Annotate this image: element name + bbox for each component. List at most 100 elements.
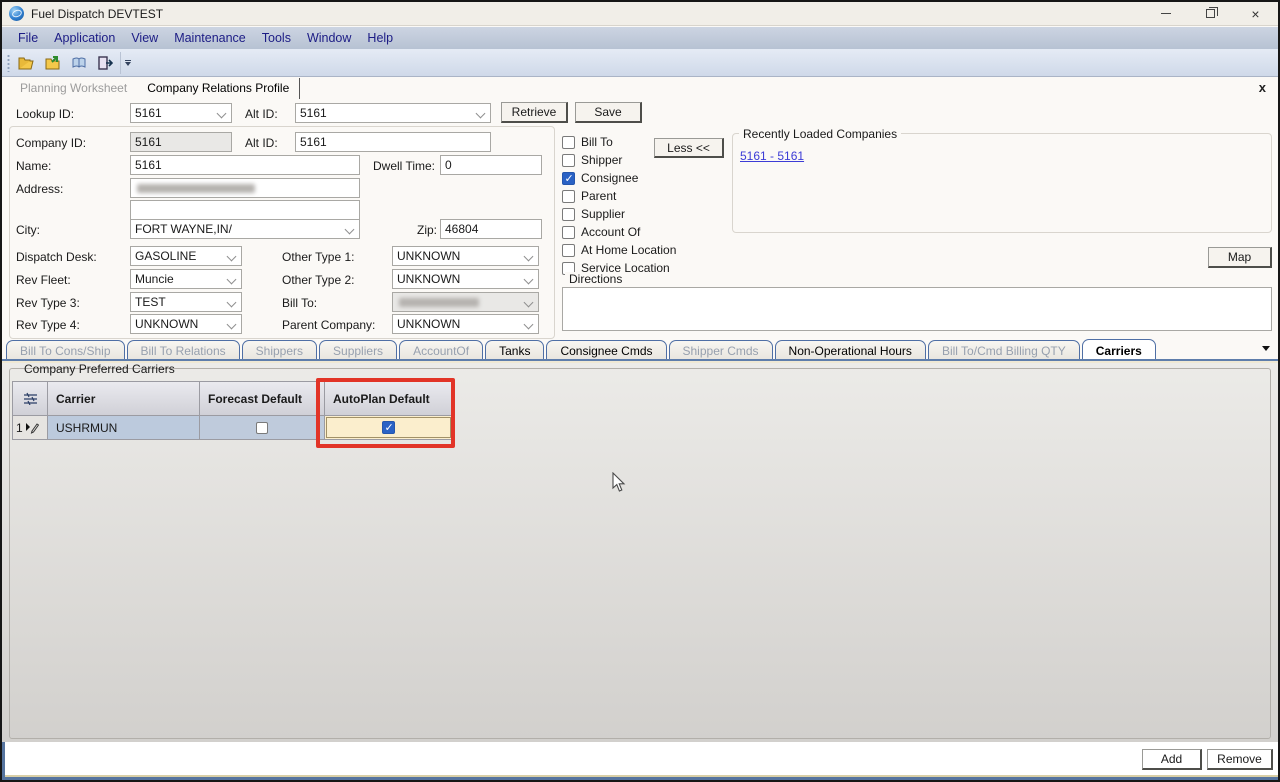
forecast-default-cell[interactable] (200, 416, 325, 440)
column-header-forecast-default[interactable]: Forecast Default (200, 382, 325, 416)
role-label-bill-to: Bill To (581, 135, 613, 149)
tab-carriers[interactable]: Carriers (1082, 339, 1156, 359)
app-window: Fuel Dispatch DEVTEST × FileApplicationV… (0, 0, 1280, 782)
restore-button[interactable] (1188, 2, 1233, 25)
menu-window[interactable]: Window (299, 28, 359, 48)
tab-consignee-cmds[interactable]: Consignee Cmds (546, 340, 666, 359)
tab-company-relations-profile[interactable]: Company Relations Profile (137, 78, 300, 99)
other-type-1-combo[interactable]: UNKNOWN (392, 246, 539, 266)
menu-file[interactable]: File (10, 28, 46, 48)
chevron-down-icon (125, 62, 131, 66)
tab-shipper-cmds[interactable]: Shipper Cmds (669, 340, 773, 359)
row-selector-cell[interactable]: 1 (13, 416, 48, 440)
tab-suppliers[interactable]: Suppliers (319, 340, 397, 359)
toolbar-overflow-button[interactable] (120, 52, 134, 74)
company-profile-form: Lookup ID: 5161 Alt ID: 5161 Retrieve Sa… (2, 99, 1278, 340)
column-header-carrier[interactable]: Carrier (48, 382, 200, 416)
role-label-consignee: Consignee (581, 171, 638, 185)
rev-type-3-label: Rev Type 3: (16, 296, 80, 310)
menu-help[interactable]: Help (359, 28, 401, 48)
zip-label: Zip: (417, 223, 437, 237)
role-checkbox[interactable] (562, 244, 575, 257)
carrier-cell[interactable]: USHRMUN (48, 416, 200, 440)
role-row[interactable]: Account Of (562, 225, 640, 239)
alt-id-field[interactable]: 5161 (295, 132, 491, 152)
company-id-field: 5161 (130, 132, 232, 152)
role-row[interactable]: At Home Location (562, 243, 676, 257)
role-row[interactable]: Shipper (562, 153, 622, 167)
dispatch-desk-combo[interactable]: GASOLINE (130, 246, 242, 266)
alt-id-top-combo[interactable]: 5161 (295, 103, 491, 123)
role-row[interactable]: Parent (562, 189, 616, 203)
zip-field[interactable]: 46804 (440, 219, 542, 239)
tab-shippers[interactable]: Shippers (242, 340, 317, 359)
role-label-shipper: Shipper (581, 153, 622, 167)
bill-to-combo[interactable] (392, 292, 539, 312)
role-checkbox[interactable] (562, 136, 575, 149)
tab-bill-to-relations[interactable]: Bill To Relations (127, 340, 240, 359)
minimize-button[interactable] (1143, 2, 1188, 25)
retrieve-button[interactable]: Retrieve (501, 102, 568, 123)
address-line1-field[interactable] (130, 178, 360, 198)
open-folder-icon[interactable] (14, 51, 40, 75)
map-button[interactable]: Map (1208, 247, 1272, 268)
toolbar-grip[interactable] (7, 54, 10, 72)
role-row[interactable]: Supplier (562, 207, 625, 221)
name-field[interactable]: 5161 (130, 155, 360, 175)
remove-button[interactable]: Remove (1207, 749, 1273, 770)
mouse-cursor (612, 472, 627, 493)
dwell-time-label: Dwell Time: (373, 159, 435, 173)
tab-tanks[interactable]: Tanks (485, 340, 544, 359)
add-button[interactable]: Add (1142, 749, 1202, 770)
save-button[interactable]: Save (575, 102, 642, 123)
exit-door-icon[interactable] (92, 51, 118, 75)
tab-planning-worksheet[interactable]: Planning Worksheet (10, 78, 137, 99)
other-type-2-combo[interactable]: UNKNOWN (392, 269, 539, 289)
role-row[interactable]: Consignee (562, 171, 638, 185)
tab-bill-to-cons-ship[interactable]: Bill To Cons/Ship (6, 340, 125, 359)
tab-non-operational-hours[interactable]: Non-Operational Hours (775, 340, 926, 359)
rev-type-3-combo[interactable]: TEST (130, 292, 242, 312)
tab-bill-to-cmd-billing-qty[interactable]: Bill To/Cmd Billing QTY (928, 340, 1080, 359)
name-label: Name: (16, 159, 51, 173)
column-header-row-selector[interactable] (13, 382, 48, 416)
menu-view[interactable]: View (123, 28, 166, 48)
rev-type-4-label: Rev Type 4: (16, 318, 80, 332)
lookup-id-combo[interactable]: 5161 (130, 103, 232, 123)
rev-type-4-combo[interactable]: UNKNOWN (130, 314, 242, 334)
role-label-supplier: Supplier (581, 207, 625, 221)
less-button[interactable]: Less << (654, 138, 724, 158)
bottom-accent-strip (2, 777, 1278, 781)
directions-textarea[interactable] (562, 287, 1272, 331)
role-checkbox[interactable] (562, 172, 575, 185)
redacted-bill-to-text (399, 298, 479, 307)
role-checkbox[interactable] (562, 154, 575, 167)
other-type-1-label: Other Type 1: (282, 250, 355, 264)
dwell-time-field[interactable]: 0 (440, 155, 542, 175)
tab-accountof[interactable]: AccountOf (399, 340, 483, 359)
autoplan-default-checkbox[interactable] (382, 421, 395, 434)
menu-maintenance[interactable]: Maintenance (166, 28, 254, 48)
menu-application[interactable]: Application (46, 28, 123, 48)
restore-icon (1206, 9, 1215, 18)
role-checkbox[interactable] (562, 190, 575, 203)
role-checkbox[interactable] (562, 208, 575, 221)
forecast-default-checkbox[interactable] (256, 422, 268, 434)
rev-fleet-combo[interactable]: Muncie (130, 269, 242, 289)
close-button[interactable]: × (1233, 2, 1278, 25)
role-checkbox[interactable] (562, 226, 575, 239)
import-folder-icon[interactable] (40, 51, 66, 75)
recent-company-link[interactable]: 5161 - 5161 (740, 149, 804, 163)
alt-id-label: Alt ID: (245, 136, 278, 150)
autoplan-default-cell[interactable] (325, 416, 453, 440)
column-header-autoplan-default[interactable]: AutoPlan Default (325, 382, 453, 416)
city-combo[interactable]: FORT WAYNE,IN/ (130, 219, 360, 239)
address-line2-field[interactable] (130, 200, 360, 220)
tab-overflow-icon[interactable] (1262, 346, 1270, 351)
tab-close-icon[interactable]: x (1259, 81, 1266, 94)
help-book-icon[interactable] (66, 51, 92, 75)
menu-tools[interactable]: Tools (254, 28, 299, 48)
role-row[interactable]: Bill To (562, 135, 613, 149)
parent-company-combo[interactable]: UNKNOWN (392, 314, 539, 334)
app-icon (9, 6, 24, 21)
